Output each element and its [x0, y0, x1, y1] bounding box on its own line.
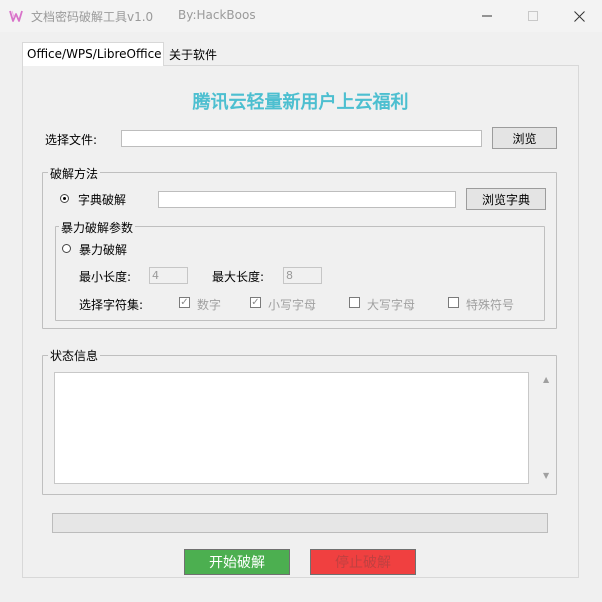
start-button[interactable]: 开始破解	[184, 549, 290, 575]
tab-about[interactable]: 关于软件	[165, 46, 221, 64]
max-length-input[interactable]: 8	[283, 267, 322, 284]
status-textarea[interactable]	[54, 372, 529, 484]
file-label: 选择文件:	[45, 133, 98, 147]
close-icon	[573, 10, 585, 22]
dictionary-radio[interactable]	[60, 194, 69, 203]
file-path-input[interactable]	[121, 130, 482, 147]
charset-digits-checkbox[interactable]: ✓	[179, 297, 190, 308]
charset-uppercase-label: 大写字母	[367, 298, 416, 312]
stop-button[interactable]: 停止破解	[310, 549, 416, 575]
method-legend: 破解方法	[48, 165, 101, 182]
title-bar: 文档密码破解工具v1.0 By:HackBoos	[0, 0, 602, 32]
window-title: 文档密码破解工具v1.0	[31, 10, 154, 24]
charset-digits-label: 数字	[197, 298, 222, 312]
max-length-label: 最大长度:	[212, 270, 265, 284]
charset-lowercase-label: 小写字母	[268, 298, 317, 312]
dictionary-path-input[interactable]	[158, 191, 456, 208]
promo-text[interactable]: 腾讯云轻量新用户上云福利	[193, 92, 409, 113]
close-button[interactable]	[556, 0, 602, 32]
progress-bar	[52, 513, 548, 533]
brute-legend: 暴力破解参数	[59, 219, 136, 236]
charset-special-checkbox[interactable]	[448, 297, 459, 308]
status-scrollbar[interactable]: ▲ ▼	[539, 372, 556, 484]
dictionary-label[interactable]: 字典破解	[78, 191, 126, 208]
charset-lowercase-checkbox[interactable]: ✓	[250, 297, 261, 308]
charset-label: 选择字符集:	[79, 298, 144, 312]
minimize-button[interactable]	[464, 0, 510, 32]
min-length-label: 最小长度:	[79, 270, 132, 284]
promo-link[interactable]: 腾讯云轻量新用户上云福利	[22, 88, 579, 114]
status-legend: 状态信息	[48, 347, 101, 364]
charset-special-label: 特殊符号	[466, 298, 515, 312]
scroll-down-icon[interactable]: ▼	[543, 471, 549, 480]
browse-dictionary-button[interactable]: 浏览字典	[466, 188, 546, 210]
brute-radio[interactable]	[62, 244, 71, 253]
charset-uppercase-checkbox[interactable]	[349, 297, 360, 308]
minimize-icon	[482, 15, 492, 17]
tab-office[interactable]: Office/WPS/LibreOffice	[22, 42, 164, 66]
brute-label[interactable]: 暴力破解	[79, 241, 127, 258]
maximize-icon	[528, 11, 538, 21]
maximize-button[interactable]	[510, 0, 556, 32]
min-length-input[interactable]: 4	[149, 267, 188, 284]
browse-file-button[interactable]: 浏览	[492, 127, 557, 149]
scroll-up-icon[interactable]: ▲	[543, 375, 549, 384]
author-label: By:HackBoos	[178, 8, 256, 22]
w-logo-icon	[9, 10, 23, 22]
